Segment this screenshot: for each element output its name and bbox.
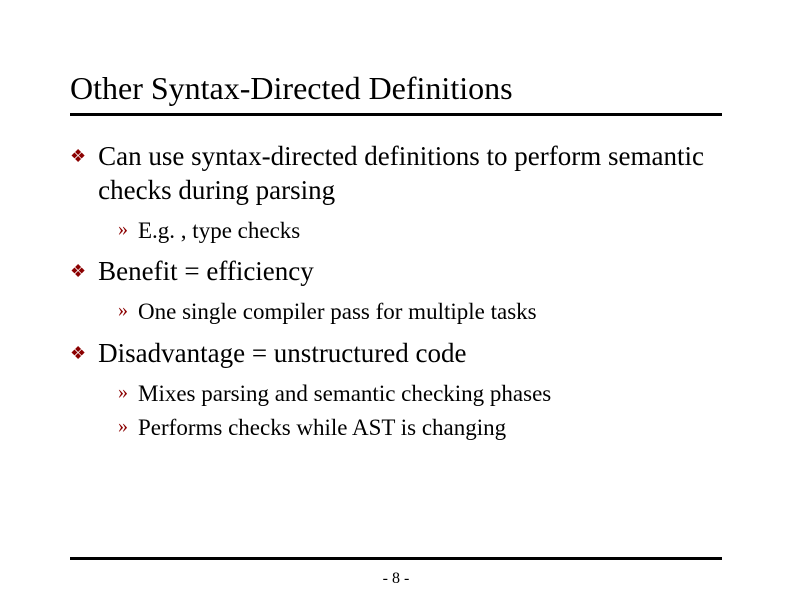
raquo-bullet-icon: »	[118, 218, 128, 241]
page-number: - 8 -	[0, 570, 792, 588]
slide: Other Syntax-Directed Definitions ❖ Can …	[0, 0, 792, 612]
raquo-bullet-icon: »	[118, 299, 128, 322]
sub-list-item: » Mixes parsing and semantic checking ph…	[118, 379, 722, 409]
sub-list-item: » E.g. , type checks	[118, 216, 722, 246]
sub-list: » Mixes parsing and semantic checking ph…	[118, 379, 722, 443]
sub-list-item: » One single compiler pass for multiple …	[118, 297, 722, 327]
sub-list-item-text: Mixes parsing and semantic checking phas…	[138, 379, 551, 409]
raquo-bullet-icon: »	[118, 381, 128, 404]
sub-list: » E.g. , type checks	[118, 216, 722, 246]
list-item-text: Benefit = efficiency	[98, 255, 314, 289]
list-item: ❖ Disadvantage = unstructured code » Mix…	[70, 337, 722, 443]
list-item-row: ❖ Benefit = efficiency	[70, 255, 722, 289]
list-item-text: Can use syntax-directed definitions to p…	[98, 140, 722, 208]
slide-title: Other Syntax-Directed Definitions	[70, 70, 722, 116]
footer-divider	[70, 557, 722, 560]
list-item-row: ❖ Disadvantage = unstructured code	[70, 337, 722, 371]
sub-list-item-text: One single compiler pass for multiple ta…	[138, 297, 537, 327]
sub-list: » One single compiler pass for multiple …	[118, 297, 722, 327]
sub-list-item-text: Performs checks while AST is changing	[138, 413, 506, 443]
raquo-bullet-icon: »	[118, 415, 128, 438]
list-item: ❖ Can use syntax-directed definitions to…	[70, 140, 722, 245]
bullet-list: ❖ Can use syntax-directed definitions to…	[70, 140, 722, 443]
diamond-bullet-icon: ❖	[70, 146, 86, 167]
diamond-bullet-icon: ❖	[70, 261, 86, 282]
sub-list-item: » Performs checks while AST is changing	[118, 413, 722, 443]
list-item-text: Disadvantage = unstructured code	[98, 337, 466, 371]
list-item-row: ❖ Can use syntax-directed definitions to…	[70, 140, 722, 208]
diamond-bullet-icon: ❖	[70, 343, 86, 364]
list-item: ❖ Benefit = efficiency » One single comp…	[70, 255, 722, 327]
sub-list-item-text: E.g. , type checks	[138, 216, 300, 246]
